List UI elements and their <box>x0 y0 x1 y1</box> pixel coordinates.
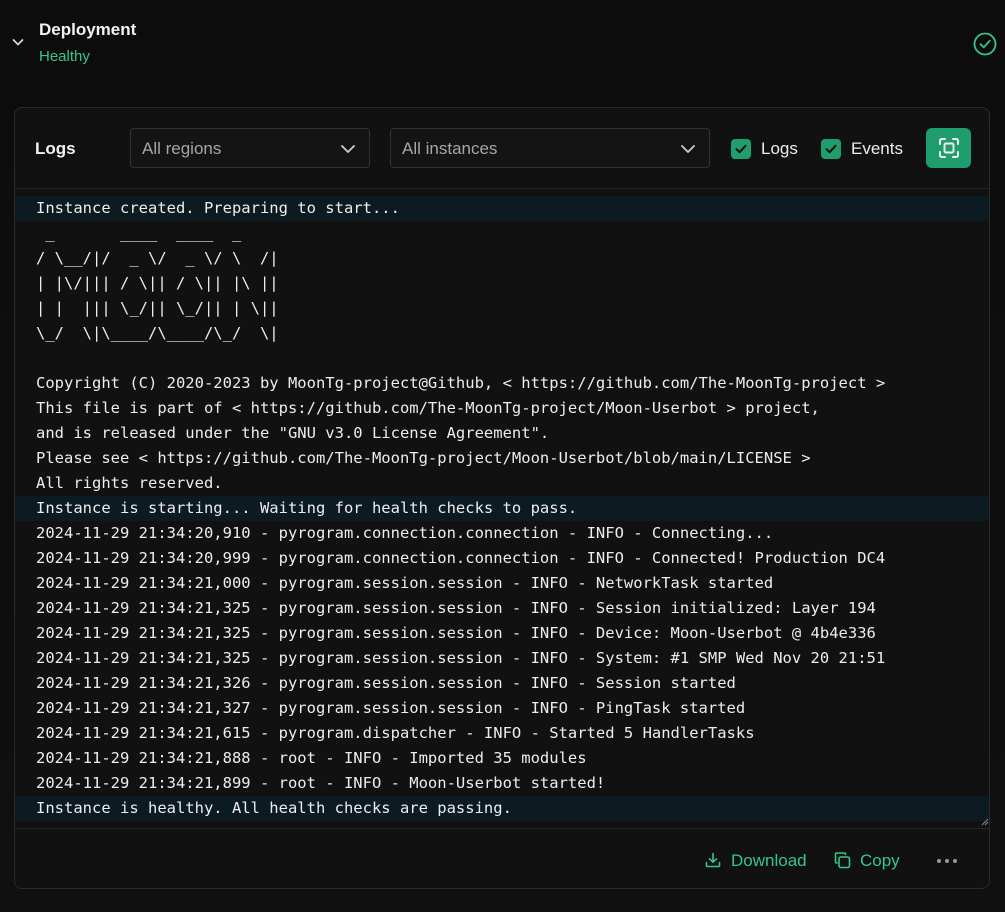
log-lines: Instance created. Preparing to start... … <box>15 196 989 821</box>
log-line: 2024-11-29 21:34:21,325 - pyrogram.sessi… <box>36 599 876 617</box>
logs-footer: Download Copy <box>15 829 989 888</box>
log-line-event: Instance is starting... Waiting for heal… <box>15 496 989 521</box>
resize-handle-icon[interactable] <box>981 818 989 826</box>
log-line: 2024-11-29 21:34:21,325 - pyrogram.sessi… <box>36 649 886 667</box>
fullscreen-icon <box>939 138 959 158</box>
chevron-down-icon <box>341 145 355 153</box>
deployment-title: Deployment <box>39 20 137 39</box>
log-line: All rights reserved. <box>36 474 223 492</box>
copy-button[interactable]: Copy <box>833 849 913 873</box>
log-line: | |\/||| / \|| / \|| |\ || <box>36 274 279 292</box>
checkbox-checked-icon <box>731 139 751 159</box>
page: Deployment Healthy Logs All regions All … <box>0 0 1005 912</box>
logs-title: Logs <box>35 139 76 158</box>
log-line: | | ||| \_/|| \_/|| | \|| <box>36 299 279 317</box>
deployment-header[interactable]: Deployment Healthy <box>0 0 1005 90</box>
download-icon <box>705 852 721 868</box>
logs-checkbox-label: Logs <box>761 139 798 158</box>
log-line: 2024-11-29 21:34:21,327 - pyrogram.sessi… <box>36 699 746 717</box>
log-line: 2024-11-29 21:34:21,325 - pyrogram.sessi… <box>36 624 876 642</box>
log-line: This file is part of < https://github.co… <box>36 399 820 417</box>
log-line: / \__/|/ _ \/ _ \/ \ /| <box>36 249 279 267</box>
download-label: Download <box>731 851 807 870</box>
check-circle-icon <box>973 32 997 56</box>
log-line: and is released under the "GNU v3.0 Lice… <box>36 424 550 442</box>
events-checkbox[interactable]: Events <box>821 139 911 159</box>
log-line-event: Instance created. Preparing to start... <box>15 196 989 221</box>
instance-select-value: All instances <box>402 139 498 158</box>
copy-icon <box>834 852 851 869</box>
logs-panel: Logs All regions All instances Logs Even… <box>14 107 990 889</box>
log-line: 2024-11-29 21:34:21,000 - pyrogram.sessi… <box>36 574 774 592</box>
more-options-button[interactable] <box>935 852 961 870</box>
log-line-event: Instance is healthy. All health checks a… <box>15 796 989 821</box>
logs-checkbox[interactable]: Logs <box>731 139 806 159</box>
log-line: 2024-11-29 21:34:20,999 - pyrogram.conne… <box>36 549 886 567</box>
log-line: Copyright (C) 2020-2023 by MoonTg-projec… <box>36 374 886 392</box>
log-line: 2024-11-29 21:34:21,899 - root - INFO - … <box>36 774 606 792</box>
checkbox-checked-icon <box>821 139 841 159</box>
download-button[interactable]: Download <box>704 849 814 873</box>
more-dots-icon <box>937 859 941 863</box>
log-line: _ ____ ____ _ <box>36 224 242 242</box>
instance-select[interactable]: All instances <box>390 128 710 168</box>
deployment-status: Healthy <box>39 48 90 65</box>
log-line: 2024-11-29 21:34:20,910 - pyrogram.conne… <box>36 524 774 542</box>
region-select[interactable]: All regions <box>130 128 370 168</box>
log-line: 2024-11-29 21:34:21,615 - pyrogram.dispa… <box>36 724 755 742</box>
fullscreen-button[interactable] <box>926 128 971 168</box>
log-line: \_/ \|\____/\____/\_/ \| <box>36 324 279 342</box>
log-line: 2024-11-29 21:34:21,326 - pyrogram.sessi… <box>36 674 736 692</box>
copy-label: Copy <box>860 851 900 870</box>
events-checkbox-label: Events <box>851 139 903 158</box>
chevron-down-icon[interactable] <box>10 34 26 50</box>
log-line: Please see < https://github.com/The-Moon… <box>36 449 811 467</box>
chevron-down-icon <box>681 145 695 153</box>
log-output[interactable]: Instance created. Preparing to start... … <box>15 189 989 829</box>
log-line: 2024-11-29 21:34:21,888 - root - INFO - … <box>36 749 587 767</box>
region-select-value: All regions <box>142 139 222 158</box>
logs-toolbar: Logs All regions All instances Logs Even… <box>15 108 989 189</box>
